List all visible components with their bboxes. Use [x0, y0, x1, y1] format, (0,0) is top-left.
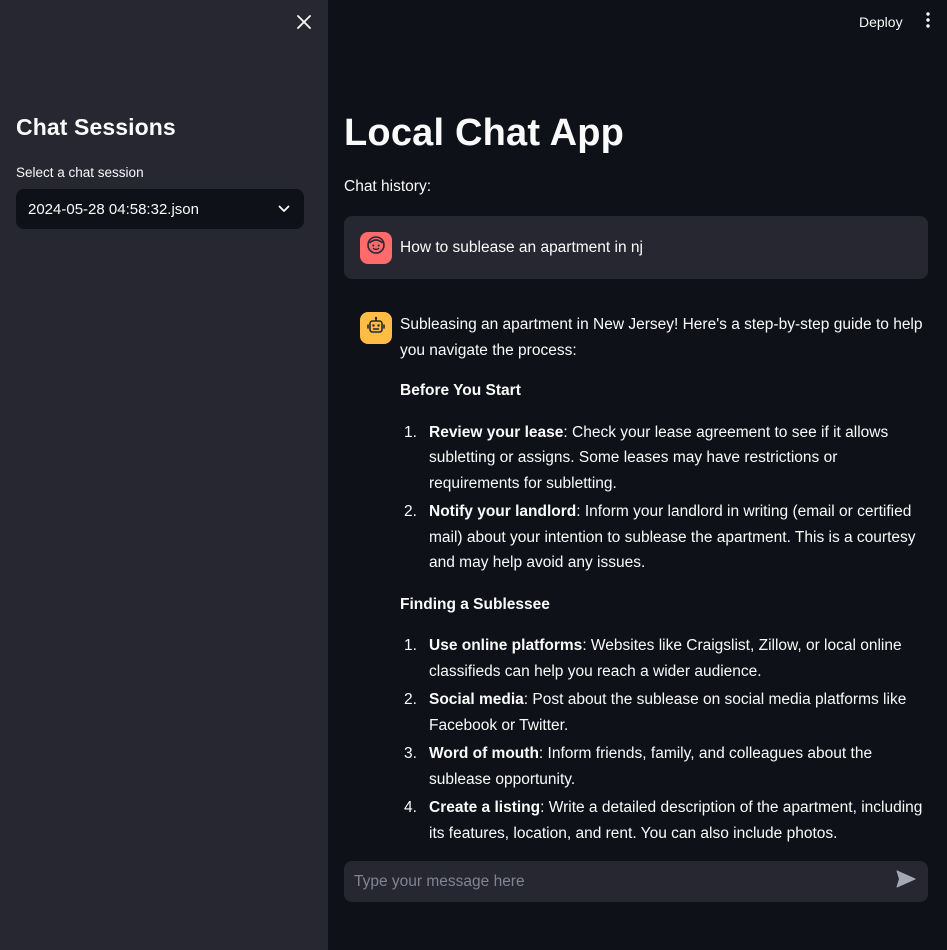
list-number: 4. [404, 799, 417, 816]
numbered-list: 1. Use online platforms: Websites like C… [400, 633, 928, 846]
user-face-icon [366, 235, 386, 260]
app-root: Chat Sessions Select a chat session 2024… [0, 0, 947, 950]
page-title: Local Chat App [344, 112, 625, 154]
list-item: 2. Social media: Post about the sublease… [400, 687, 928, 738]
user-avatar [360, 231, 392, 264]
list-item-body: Use online platforms: Websites like Crai… [429, 633, 928, 684]
list-item: 4. Create a listing: Write a detailed de… [400, 795, 928, 846]
deploy-button[interactable]: Deploy [852, 10, 910, 34]
list-number: 1. [404, 637, 417, 654]
section-heading: Before You Start [400, 382, 521, 399]
list-item-body: Word of mouth: Inform friends, family, a… [429, 741, 928, 792]
list-number: 2. [404, 691, 417, 708]
chevron-down-icon [276, 201, 292, 217]
list-item-title: Use online platforms [429, 637, 583, 654]
chat-input-container [344, 861, 928, 902]
list-item: 1. Use online platforms: Websites like C… [400, 633, 928, 684]
list-item: 1. Review your lease: Check your lease a… [400, 420, 928, 497]
sidebar-title: Chat Sessions [16, 114, 176, 140]
list-item-body: Social media: Post about the sublease on… [429, 687, 928, 738]
list-item-body: Notify your landlord: Inform your landlo… [429, 499, 928, 576]
list-number: 1. [404, 423, 417, 441]
assistant-avatar [360, 312, 392, 344]
list-item-title: Word of mouth [429, 745, 539, 762]
chat-history-label: Chat history: [344, 178, 432, 195]
session-select[interactable]: 2024-05-28 04:58:32.json [16, 189, 304, 229]
user-message: How to sublease an apartment in nj [344, 216, 928, 279]
assistant-message-content: Subleasing an apartment in New Jersey! H… [400, 312, 928, 862]
send-button[interactable] [894, 870, 918, 894]
session-select-value: 2024-05-28 04:58:32.json [28, 200, 199, 218]
section-heading: Finding a Sublessee [400, 595, 550, 613]
list-item-title: Review your lease [429, 423, 564, 441]
main-menu-button[interactable] [918, 10, 938, 34]
chat-message-input[interactable] [354, 872, 894, 891]
sidebar: Chat Sessions Select a chat session 2024… [0, 0, 328, 950]
send-icon [896, 870, 916, 893]
session-select-label: Select a chat session [16, 165, 144, 180]
assistant-intro: Subleasing an apartment in New Jersey! H… [400, 316, 923, 359]
close-sidebar-button[interactable] [292, 12, 316, 36]
list-item-title: Social media [429, 691, 524, 708]
close-icon [297, 14, 311, 34]
list-item-title: Create a listing [429, 799, 541, 816]
vertical-ellipsis-icon [926, 11, 930, 33]
user-message-text: How to sublease an apartment in nj [400, 238, 643, 256]
list-item: 3. Word of mouth: Inform friends, family… [400, 741, 928, 792]
robot-icon [366, 316, 386, 341]
list-item-body: Review your lease: Check your lease agre… [429, 420, 928, 497]
list-item-title: Notify your landlord [429, 503, 577, 520]
list-number: 2. [404, 503, 417, 520]
list-item-body: Create a listing: Write a detailed descr… [429, 795, 928, 846]
list-number: 3. [404, 745, 417, 762]
assistant-message: Subleasing an apartment in New Jersey! H… [344, 296, 928, 862]
list-item: 2. Notify your landlord: Inform your lan… [400, 499, 928, 576]
numbered-list: 1. Review your lease: Check your lease a… [400, 420, 928, 576]
